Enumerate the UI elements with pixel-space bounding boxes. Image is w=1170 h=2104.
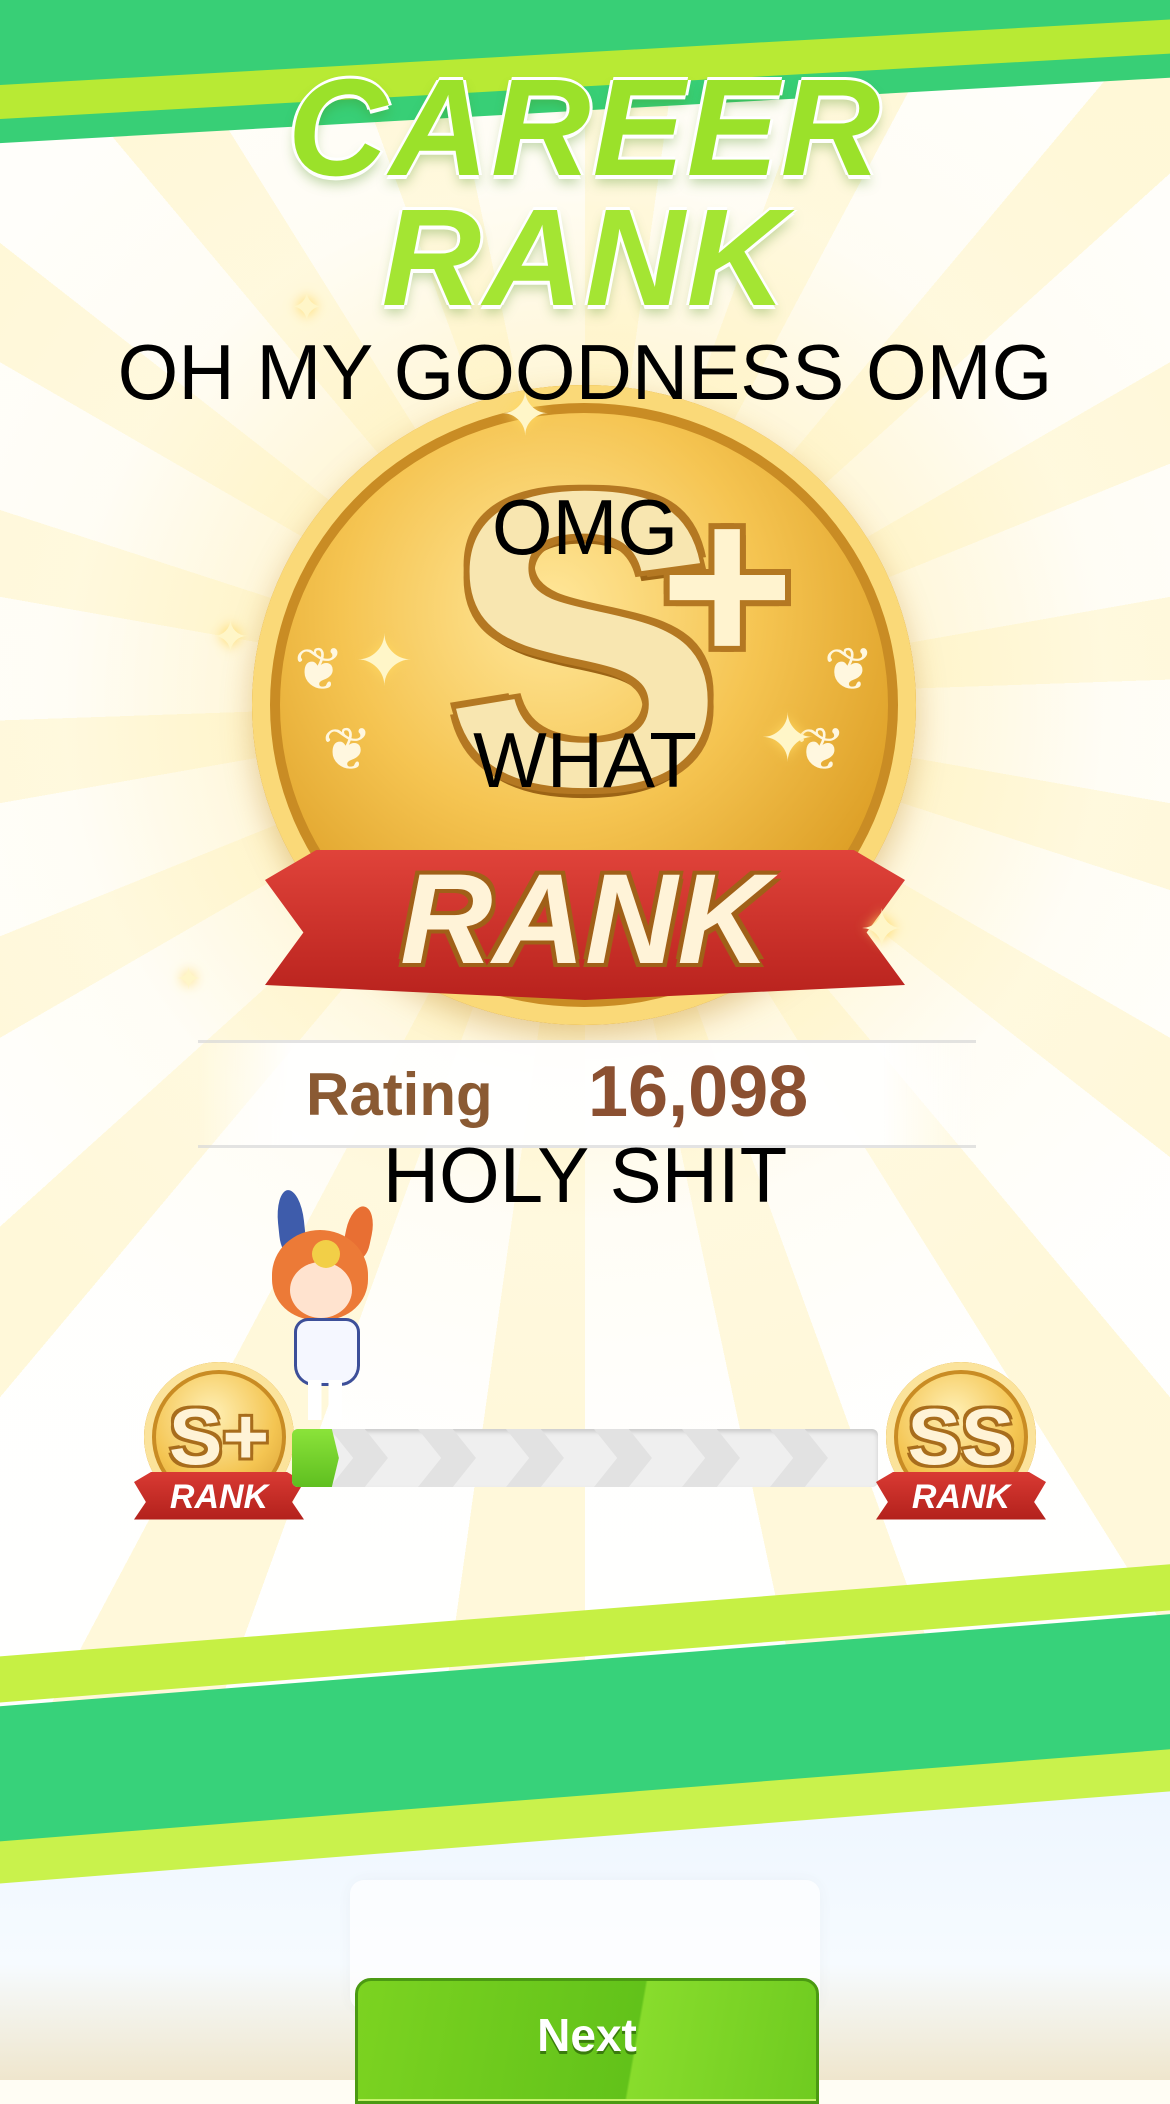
meme-caption-2: OMG xyxy=(491,483,679,571)
sparkle-icon: ✦ xyxy=(290,285,324,331)
sparkle-icon: ✦ xyxy=(176,962,202,997)
flower-hair-clip-icon xyxy=(312,1240,340,1268)
screen-title-line-2: RANK xyxy=(381,181,789,335)
chevron-icon xyxy=(506,1429,564,1487)
rating-value: 16,098 xyxy=(588,1052,809,1132)
chevron-icon xyxy=(682,1429,740,1487)
next-rank-badge: SS RANK xyxy=(876,1362,1046,1532)
screen-title-line-1: CAREER xyxy=(287,51,883,205)
meme-caption-4: HOLY SHIT xyxy=(382,1131,788,1219)
sparkle-icon: ✦ xyxy=(212,612,249,663)
rank-progress-bar xyxy=(292,1429,878,1487)
chevron-icon xyxy=(418,1429,476,1487)
next-button[interactable]: Next xyxy=(355,1978,819,2104)
chevron-icon xyxy=(594,1429,652,1487)
meme-caption-3: WHAT xyxy=(473,716,697,804)
rank-ribbon-label: RANK xyxy=(400,848,770,991)
next-rank-ribbon: RANK xyxy=(876,1472,1046,1520)
rating-label: Rating xyxy=(306,1061,493,1128)
current-rank-badge: S+ RANK xyxy=(134,1362,304,1532)
sparkle-icon: ✦ xyxy=(860,900,904,960)
next-button-label: Next xyxy=(537,2009,637,2061)
current-rank-ribbon: RANK xyxy=(134,1472,304,1520)
character-legs xyxy=(308,1380,342,1420)
character-face xyxy=(290,1262,352,1318)
rank-progress-fill xyxy=(292,1429,339,1487)
sparkle-icon: ✦ xyxy=(355,620,414,702)
chevron-icon xyxy=(770,1429,828,1487)
meme-caption-1: OH MY GOODNESS OMG xyxy=(117,328,1053,416)
